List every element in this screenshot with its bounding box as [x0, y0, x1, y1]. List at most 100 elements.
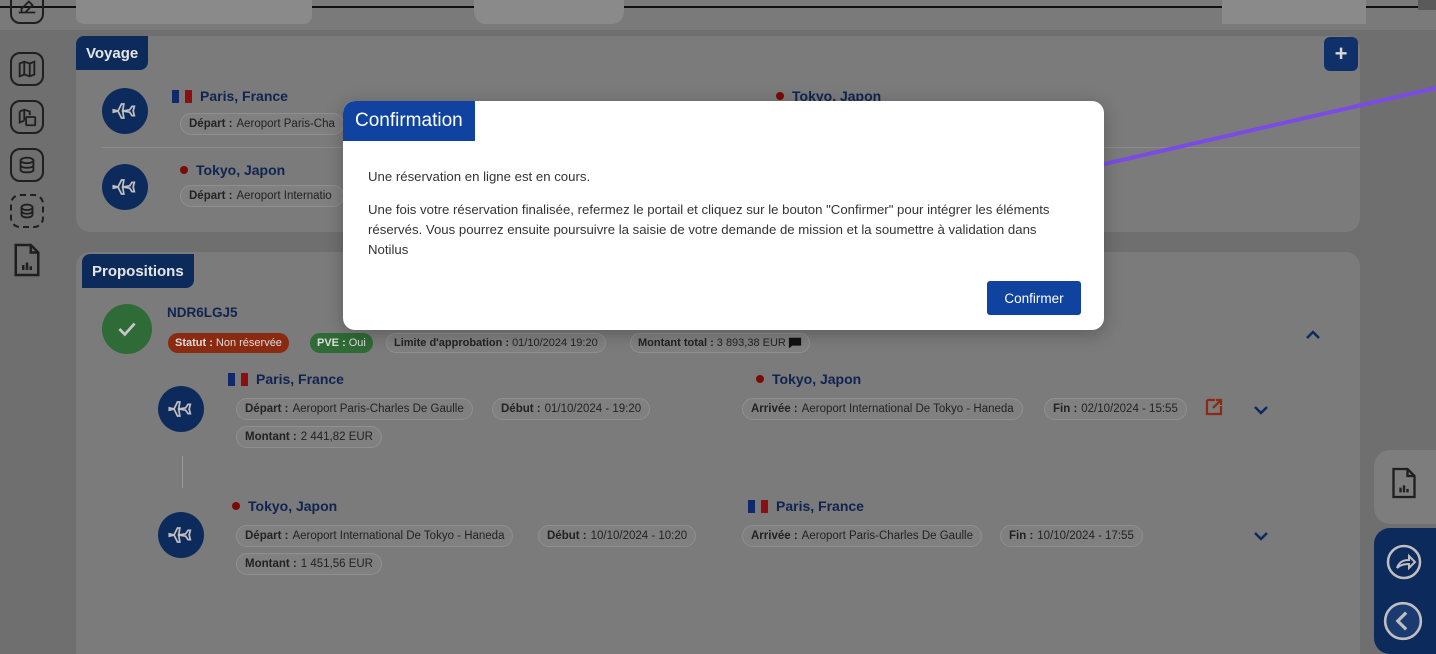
arrivee-label: Arrivée : — [751, 530, 798, 542]
add-voyage-button[interactable]: + — [1324, 37, 1358, 71]
confirmation-modal: Confirmation Une réservation en ligne es… — [343, 101, 1104, 330]
japan-flag-icon — [756, 375, 764, 383]
legs-connector — [182, 456, 183, 488]
city-name: Paris, France — [776, 498, 864, 514]
voyage-row-1-depart: Départ : Aeroport Paris-Cha — [180, 113, 344, 135]
status-badge: Statut : Non réservée — [168, 333, 289, 353]
chat-icon[interactable] — [788, 336, 802, 350]
montant-value: 1 451,56 EUR — [300, 558, 373, 570]
city-name: Paris, France — [200, 88, 288, 104]
tab-mission[interactable] — [76, 0, 312, 24]
status-label: Statut : — [175, 337, 213, 349]
montant-value: 2 441,82 EUR — [300, 431, 373, 443]
montant-total-value: 3 893,38 EUR — [716, 337, 786, 349]
back-icon[interactable] — [1382, 600, 1424, 642]
leg-1-from: Paris, France — [228, 371, 344, 387]
fin-label: Fin : — [1053, 403, 1078, 415]
leg-2-fin: Fin : 10/10/2024 - 17:55 — [1000, 525, 1143, 547]
rail-map-button[interactable] — [10, 52, 44, 86]
propositions-title: Propositions — [82, 254, 194, 288]
validated-icon-container — [102, 304, 152, 354]
confirm-button[interactable]: Confirmer — [987, 281, 1081, 315]
montant-total-badge: Montant total : 3 893,38 EUR — [630, 333, 810, 353]
voyage-row-2-depart: Départ : Aeroport Internatio — [180, 185, 344, 207]
leg-1-to: Tokyo, Japon — [756, 371, 861, 387]
share-icon[interactable] — [1384, 542, 1424, 582]
limite-badge: Limite d'approbation : 01/10/2024 19:20 — [386, 333, 606, 353]
japan-flag-icon — [232, 502, 240, 510]
tab-voyage[interactable] — [474, 0, 624, 24]
voyage-title: Voyage — [76, 36, 149, 70]
montant-label: Montant : — [245, 558, 297, 570]
plane-icon-container — [102, 164, 148, 210]
rail-calendar-map-button[interactable] — [10, 100, 44, 134]
floating-report-button[interactable] — [1374, 450, 1436, 524]
depart-value: Aeroport International De Tokyo - Haneda — [292, 530, 505, 542]
pve-label: PVE : — [317, 337, 346, 349]
leg-2-arrivee: Arrivée : Aeroport Paris-Charles De Gaul… — [742, 525, 982, 547]
depart-label: Départ : — [189, 118, 233, 130]
chevron-down-icon[interactable] — [1252, 404, 1270, 416]
tab-compte[interactable] — [1222, 0, 1366, 24]
fin-value: 02/10/2024 - 15:55 — [1081, 403, 1178, 415]
plane-icon — [112, 103, 136, 119]
plane-icon-container — [158, 386, 204, 432]
report-icon — [14, 243, 40, 277]
coins-dashed-icon — [20, 203, 34, 219]
external-link-icon[interactable] — [1204, 397, 1224, 417]
proposal-code: NDR6LGJ5 — [167, 305, 238, 320]
leg-1-fin: Fin : 02/10/2024 - 15:55 — [1044, 398, 1187, 420]
report-icon — [1392, 467, 1416, 499]
debut-value: 01/10/2024 - 19:20 — [544, 403, 642, 415]
arrivee-value: Aeroport Paris-Charles De Gaulle — [801, 530, 973, 542]
rail-coins-dashed-button[interactable] — [10, 194, 44, 228]
france-flag-icon — [172, 89, 193, 103]
plane-icon — [168, 527, 192, 543]
modal-body: Une réservation en ligne est en cours. U… — [368, 167, 1068, 273]
modal-title: Confirmation — [343, 101, 475, 141]
leg-1-arrivee: Arrivée : Aeroport International De Toky… — [742, 398, 1023, 420]
status-value: Non réservée — [215, 337, 282, 349]
voyage-row-1-from: Paris, France — [172, 88, 288, 104]
leg-2-to: Paris, France — [748, 498, 864, 514]
top-bar — [0, 0, 1436, 30]
france-flag-icon — [228, 372, 249, 386]
japan-flag-icon — [180, 166, 188, 174]
leg-1-montant: Montant : 2 441,82 EUR — [236, 426, 382, 448]
montant-total-label: Montant total : — [638, 337, 714, 349]
depart-value: Aeroport Internatio — [236, 190, 332, 202]
france-flag-icon — [748, 499, 769, 513]
montant-label: Montant : — [245, 431, 297, 443]
coins-icon — [19, 156, 35, 174]
rail-top-button[interactable] — [10, 0, 44, 24]
depart-value: Aeroport Paris-Charles De Gaulle — [292, 403, 464, 415]
top-tabs — [76, 0, 1366, 24]
modal-line-2: Une fois votre réservation finalisée, re… — [368, 202, 1050, 257]
city-name: Tokyo, Japon — [248, 498, 338, 514]
leg-2-depart: Départ : Aeroport International De Tokyo… — [236, 525, 514, 547]
depart-label: Départ : — [245, 403, 289, 415]
rail-coins-button[interactable] — [10, 148, 44, 182]
city-name: Tokyo, Japon — [772, 371, 862, 387]
depart-label: Départ : — [189, 190, 233, 202]
left-rail — [0, 0, 62, 654]
rail-report-button[interactable] — [12, 242, 42, 278]
debut-label: Début : — [547, 530, 587, 542]
floating-action-panel — [1374, 528, 1436, 654]
pve-badge: PVE : Oui — [310, 333, 373, 353]
plane-icon-container — [158, 512, 204, 558]
depart-label: Départ : — [245, 530, 289, 542]
plane-icon — [168, 401, 192, 417]
fin-label: Fin : — [1009, 530, 1034, 542]
voyage-row-2-from: Tokyo, Japon — [180, 162, 285, 178]
edit-icon — [18, 0, 36, 14]
leg-2-from: Tokyo, Japon — [232, 498, 337, 514]
chevron-down-icon[interactable] — [1252, 530, 1270, 542]
check-icon — [118, 322, 136, 337]
depart-value: Aeroport Paris-Cha — [236, 118, 335, 130]
japan-flag-icon — [776, 92, 784, 100]
limite-label: Limite d'approbation : — [394, 337, 510, 349]
pve-value: Oui — [348, 337, 366, 349]
chevron-up-icon[interactable] — [1304, 328, 1322, 340]
calendar-map-icon — [18, 108, 37, 127]
